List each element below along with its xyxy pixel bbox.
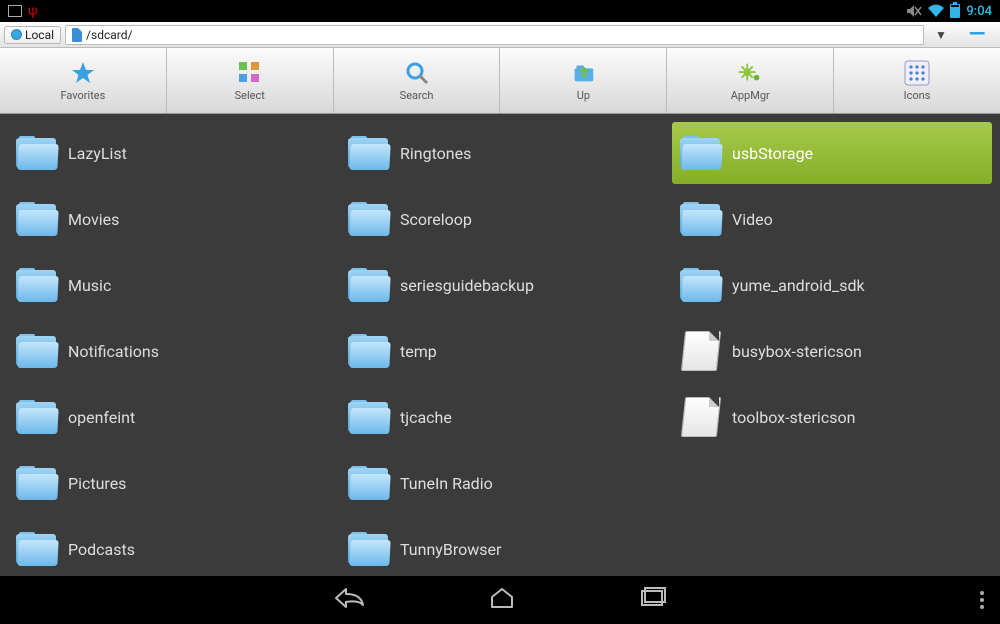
folder-item[interactable]: Podcasts [8,518,328,576]
item-label: TuneIn Radio [400,474,493,493]
item-label: Scoreloop [400,210,472,229]
toolbar: Favorites Select Search Up AppMgr Icons [0,48,1000,114]
file-grid-container[interactable]: LazyList Ringtones usbStorage Movies Scorelo… [0,114,1000,576]
recents-button[interactable] [637,585,667,615]
folder-item[interactable]: openfeint [8,386,328,448]
item-label: temp [400,342,437,361]
tool-select[interactable]: Select [167,48,334,113]
item-label: Movies [68,210,119,229]
folder-item[interactable]: seriesguidebackup [340,254,660,316]
tool-label: Favorites [60,89,105,102]
folder-icon [680,136,722,170]
folder-item[interactable]: Music [8,254,328,316]
item-label: Podcasts [68,540,135,559]
folder-icon [348,466,390,500]
folder-icon [680,268,722,302]
tool-favorites[interactable]: Favorites [0,48,167,113]
up-icon [569,59,597,87]
item-label: toolbox-stericson [732,408,855,427]
tool-icons[interactable]: Icons [834,48,1000,113]
folder-icon [16,136,58,170]
tool-up[interactable]: Up [500,48,667,113]
folder-icon [16,400,58,434]
tool-appmgr[interactable]: AppMgr [667,48,834,113]
item-label: Pictures [68,474,126,493]
tool-label: Select [235,89,265,102]
item-label: LazyList [68,144,127,163]
item-label: Notifications [68,342,159,361]
android-statusbar: ψ 9:04 [0,0,1000,22]
mute-icon [906,4,922,18]
folder-item[interactable]: Notifications [8,320,328,382]
select-icon [236,59,264,87]
folder-icon [16,202,58,236]
local-button[interactable]: Local [4,26,61,44]
file-item[interactable]: busybox-stericson [672,320,992,382]
local-label: Local [25,28,54,42]
icons-icon [903,59,931,87]
file-grid: LazyList Ringtones usbStorage Movies Scorelo… [4,122,996,576]
home-button[interactable] [487,585,517,615]
clock: 9:04 [966,4,992,19]
folder-icon [680,202,722,236]
folder-item[interactable]: yume_android_sdk [672,254,992,316]
tool-label: AppMgr [731,89,770,102]
file-item[interactable]: toolbox-stericson [672,386,992,448]
folder-icon [16,334,58,368]
folder-item[interactable]: Video [672,188,992,250]
folder-icon [16,532,58,566]
wifi-icon [928,4,944,18]
android-navbar [0,576,1000,624]
remove-tab-button[interactable]: — [958,22,996,47]
local-icon [11,29,22,40]
folder-icon [348,532,390,566]
folder-item[interactable]: TunnyBrowser [340,518,660,576]
folder-item[interactable]: Pictures [8,452,328,514]
item-label: Ringtones [400,144,471,163]
tool-search[interactable]: Search [334,48,501,113]
folder-icon [348,334,390,368]
notification-image-icon [8,5,22,17]
folder-item[interactable]: temp [340,320,660,382]
tool-label: Up [577,89,590,102]
folder-icon [16,466,58,500]
appmgr-icon [736,59,764,87]
item-label: openfeint [68,408,135,427]
favorites-icon [69,59,97,87]
folder-icon [16,268,58,302]
folder-item[interactable]: TuneIn Radio [340,452,660,514]
folder-item[interactable]: Movies [8,188,328,250]
folder-icon [348,400,390,434]
file-icon [683,331,719,371]
folder-icon [348,268,390,302]
item-label: TunnyBrowser [400,540,501,559]
battery-icon [950,4,960,18]
path-dropdown[interactable]: ▼ [928,28,954,42]
folder-item[interactable]: LazyList [8,122,328,184]
overflow-menu-button[interactable] [980,591,984,609]
path-text: /sdcard/ [86,28,132,42]
item-label: usbStorage [732,144,813,163]
folder-item[interactable]: Ringtones [340,122,660,184]
folder-item[interactable]: tjcache [340,386,660,448]
file-icon [683,397,719,437]
item-label: yume_android_sdk [732,276,865,295]
item-label: seriesguidebackup [400,276,534,295]
path-bar: Local /sdcard/ ▼ — [0,22,1000,48]
item-label: busybox-stericson [732,342,862,361]
item-label: tjcache [400,408,452,427]
search-icon [403,59,431,87]
sdcard-icon [72,28,82,42]
folder-icon [348,136,390,170]
path-input[interactable]: /sdcard/ [65,25,924,45]
folder-icon [348,202,390,236]
item-label: Music [68,276,111,295]
tool-label: Icons [904,89,931,102]
tool-label: Search [400,89,434,102]
notification-usb-icon: ψ [28,3,38,19]
item-label: Video [732,210,773,229]
folder-item[interactable]: usbStorage [672,122,992,184]
folder-item[interactable]: Scoreloop [340,188,660,250]
back-button[interactable] [333,585,367,615]
